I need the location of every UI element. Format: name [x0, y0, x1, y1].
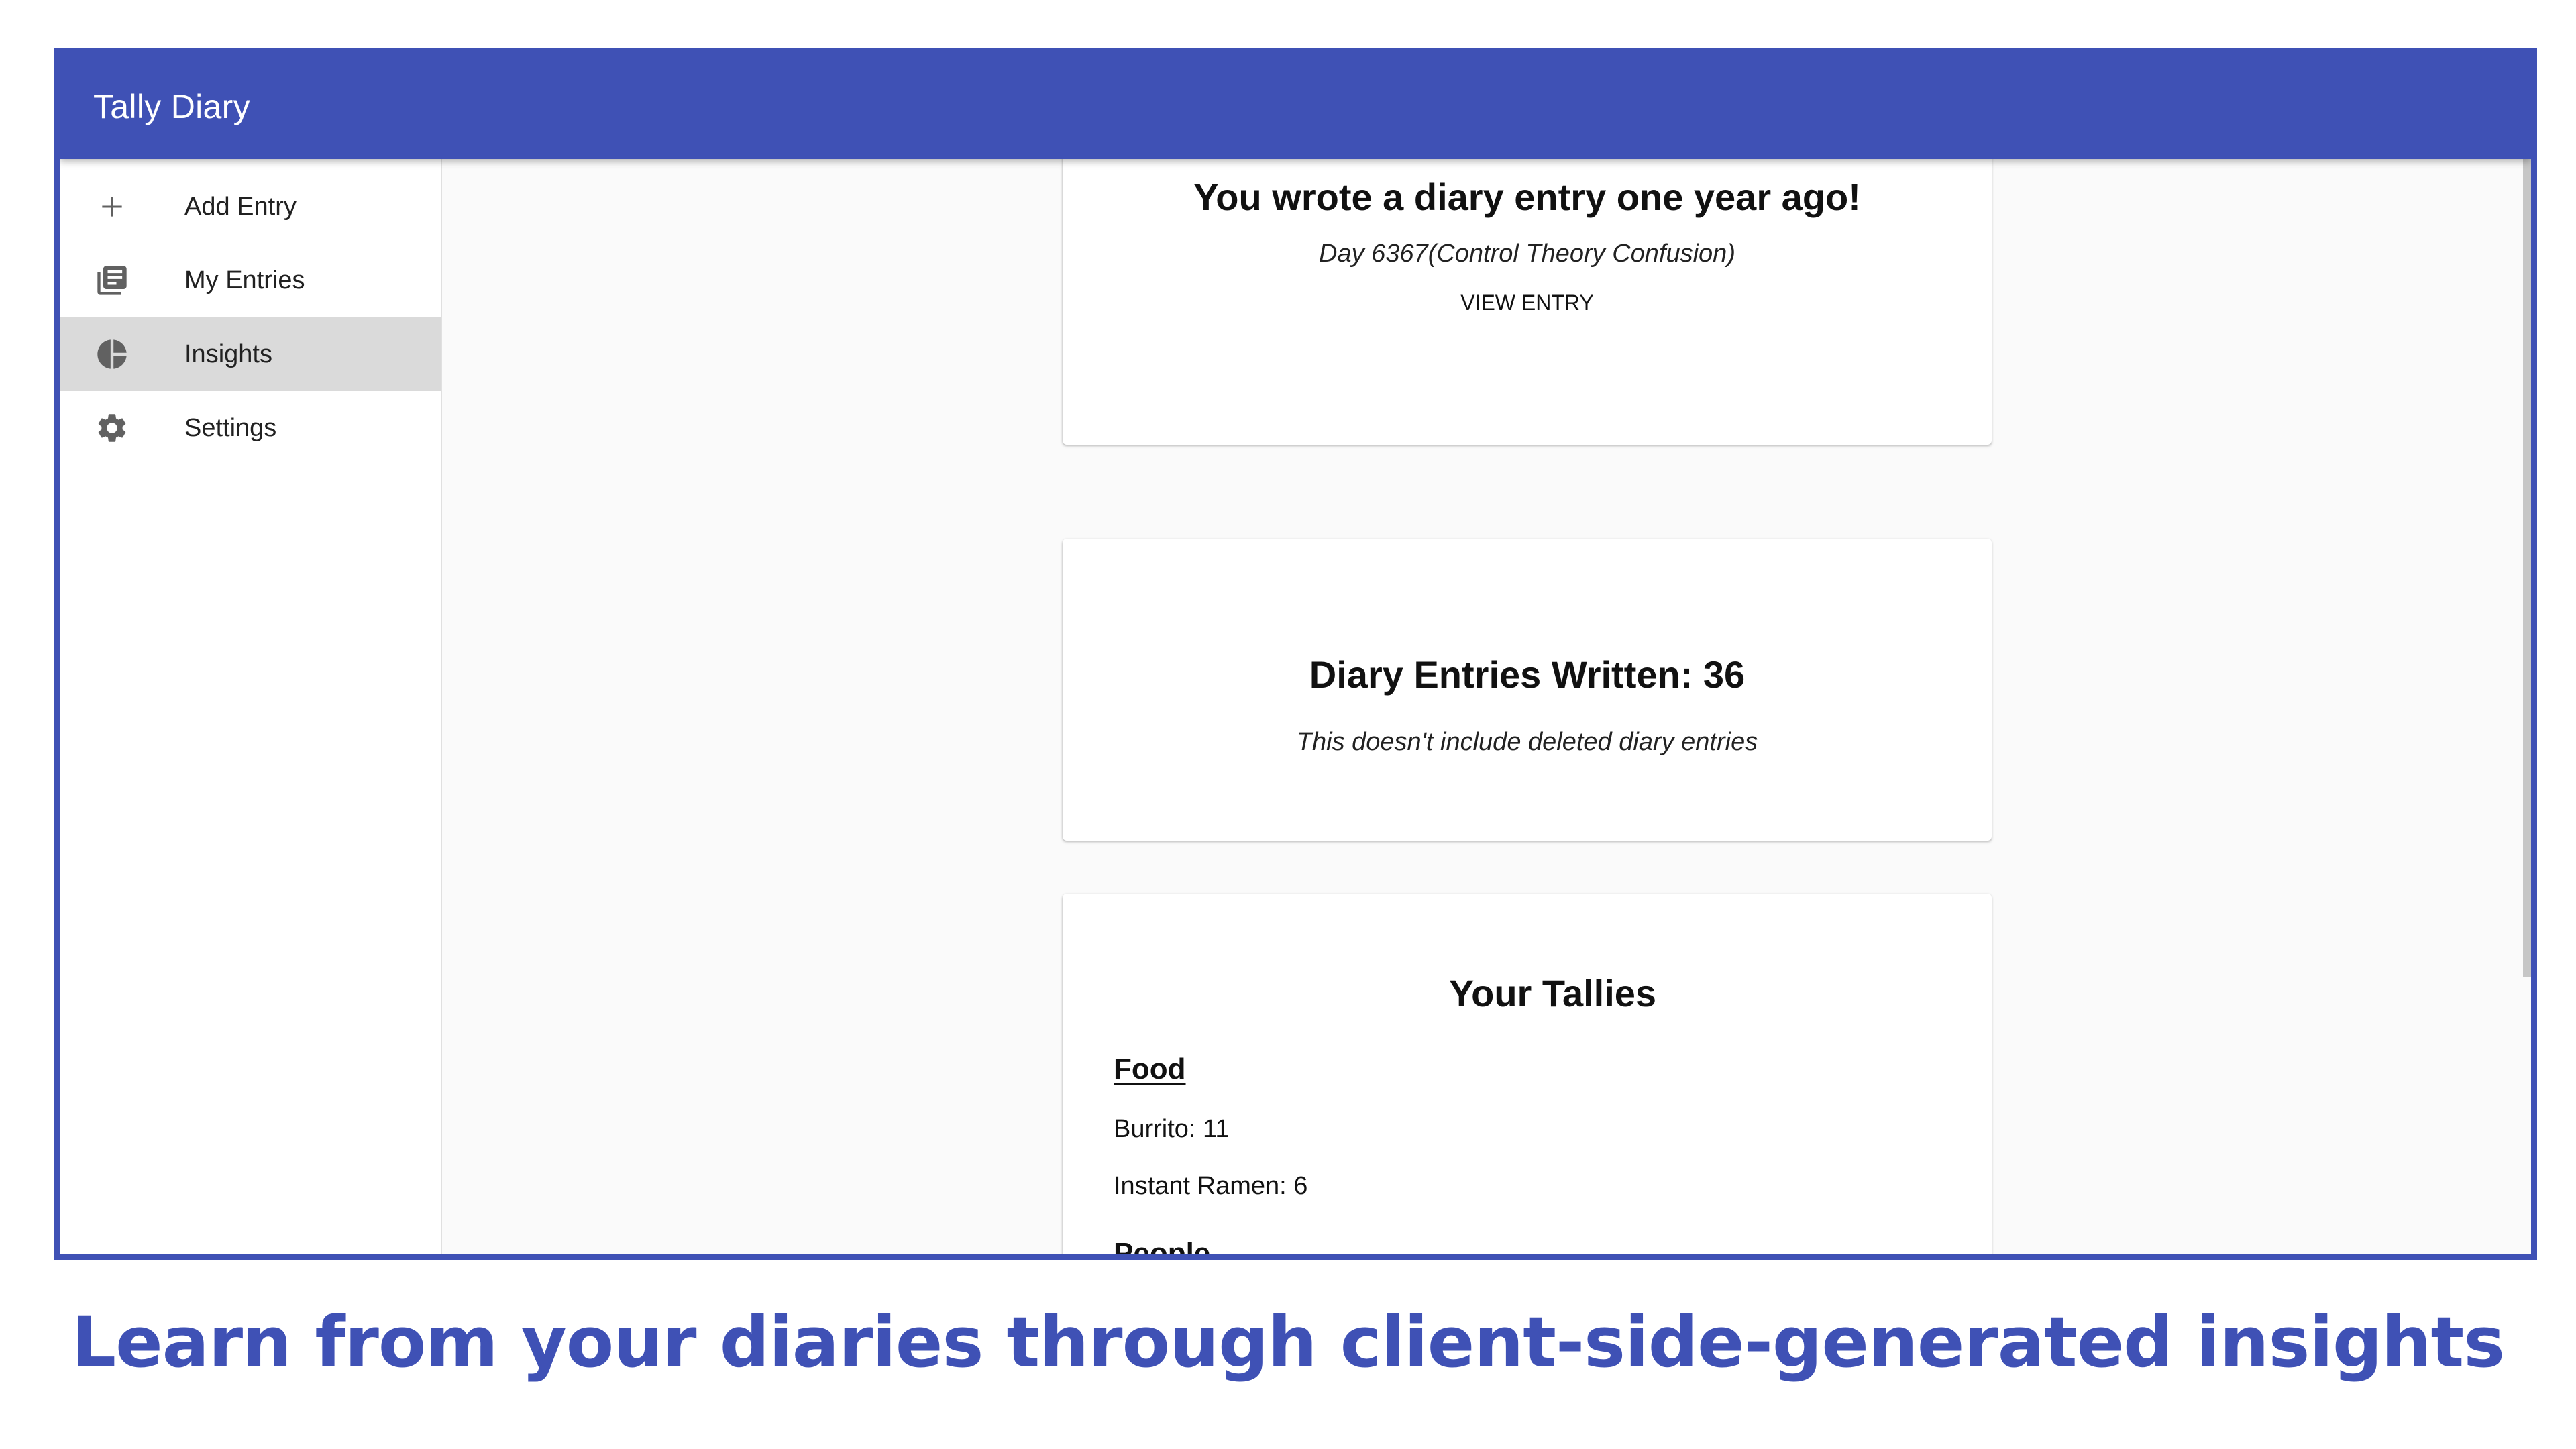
library-books-icon: [92, 260, 132, 301]
app-title: Tally Diary: [93, 88, 250, 125]
tallies-title: Your Tallies: [1448, 972, 1657, 1014]
pie-chart-icon: [92, 334, 132, 374]
main-content: You wrote a diary entry one year ago! Da…: [442, 146, 2531, 1254]
promo-caption: Learn from your diaries through client-s…: [71, 1301, 2505, 1383]
entry-count-note: This doesn't include deleted diary entri…: [1296, 728, 1758, 756]
sidebar-item-label: Settings: [184, 413, 277, 442]
app-bar: Tally Diary: [60, 54, 2531, 159]
scrollbar[interactable]: [2523, 159, 2531, 977]
memory-card: You wrote a diary entry one year ago! Da…: [1063, 146, 1992, 445]
sidebar-item-label: My Entries: [184, 266, 305, 294]
sidebar-item-label: Insights: [184, 339, 272, 368]
sidebar-item-settings[interactable]: Settings: [60, 391, 441, 465]
tallies-card: Your Tallies Food Burrito: 11 Instant Ra…: [1063, 894, 1992, 1260]
tally-item: Instant Ramen: 6: [1114, 1172, 1308, 1200]
sidebar-item-my-entries[interactable]: My Entries: [60, 244, 441, 317]
view-entry-button[interactable]: VIEW ENTRY: [1448, 286, 1606, 319]
sidebar-item-label: Add Entry: [184, 192, 297, 221]
gear-icon: [92, 408, 132, 448]
tally-item: Burrito: 11: [1114, 1115, 1230, 1143]
entry-count-title: Diary Entries Written: 36: [1309, 653, 1746, 696]
memory-card-title: You wrote a diary entry one year ago!: [1193, 176, 1861, 218]
sidebar-item-add-entry[interactable]: Add Entry: [60, 170, 441, 244]
entry-count-card: Diary Entries Written: 36 This doesn't i…: [1063, 539, 1992, 841]
plus-icon: [92, 186, 132, 227]
sidebar-item-insights[interactable]: Insights: [60, 317, 441, 391]
memory-entry-title: Day 6367(Control Theory Confusion): [1319, 239, 1735, 268]
app-window: Tally Diary Add Entry My Entries Insight…: [54, 48, 2537, 1260]
tally-category-food: Food: [1114, 1053, 1186, 1085]
sidebar: Add Entry My Entries Insights Settings: [60, 159, 442, 1254]
tally-category-people: People: [1114, 1237, 1211, 1260]
